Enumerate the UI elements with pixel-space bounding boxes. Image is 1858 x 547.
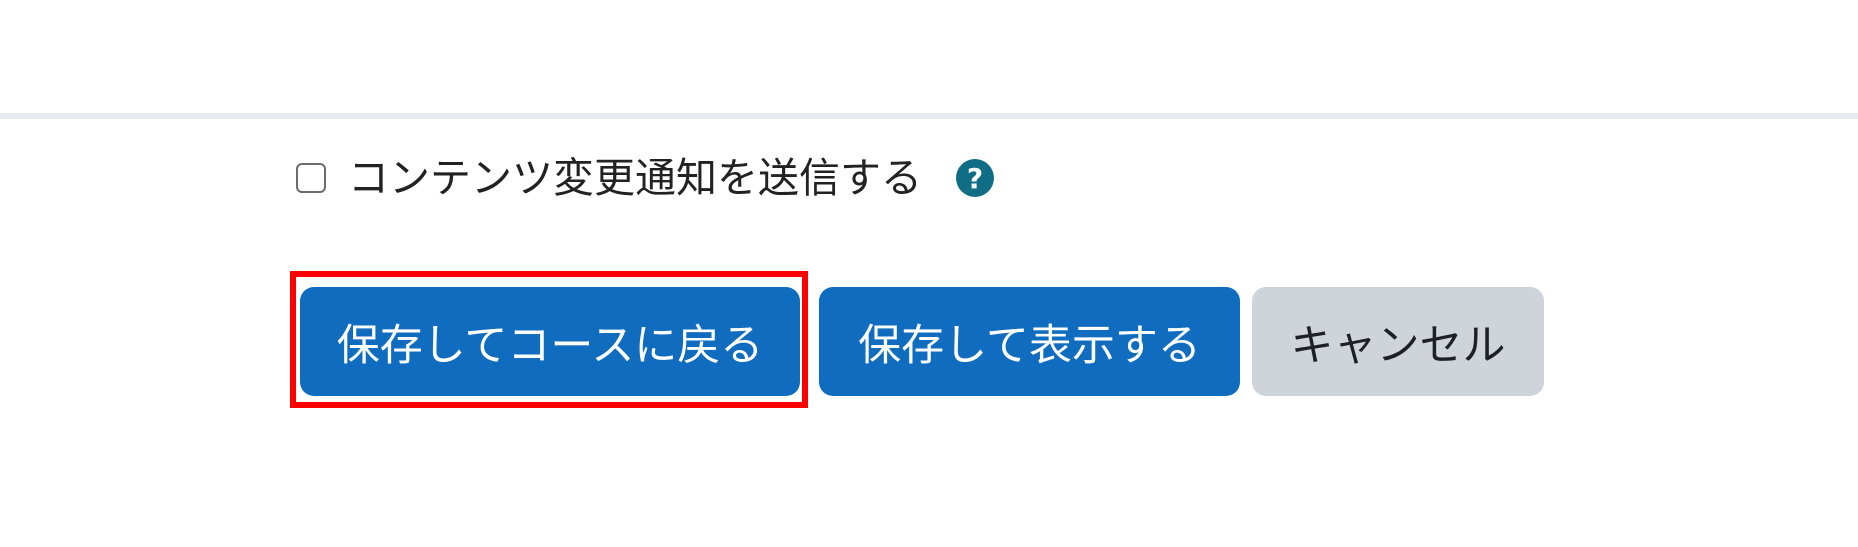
save-and-return-label: 保存してコースに戻る [336,320,764,371]
save-and-display-label: 保存して表示する [858,320,1201,371]
notify-checkbox-row: コンテンツ変更通知を送信する ? [296,148,994,208]
cancel-button[interactable]: キャンセル [1252,287,1544,396]
help-icon-glyph: ? [966,161,984,195]
form-footer: コンテンツ変更通知を送信する ? 保存してコースに戻る 保存して表示する キャン… [0,0,1858,547]
cancel-label: キャンセル [1290,320,1506,371]
notify-checkbox-label[interactable]: コンテンツ変更通知を送信する [348,157,922,199]
save-and-display-button[interactable]: 保存して表示する [819,287,1240,396]
save-and-return-button[interactable]: 保存してコースに戻る [300,287,800,396]
section-divider [0,113,1858,119]
question-circle-icon[interactable]: ? [956,159,994,197]
notify-checkbox[interactable] [296,163,326,193]
